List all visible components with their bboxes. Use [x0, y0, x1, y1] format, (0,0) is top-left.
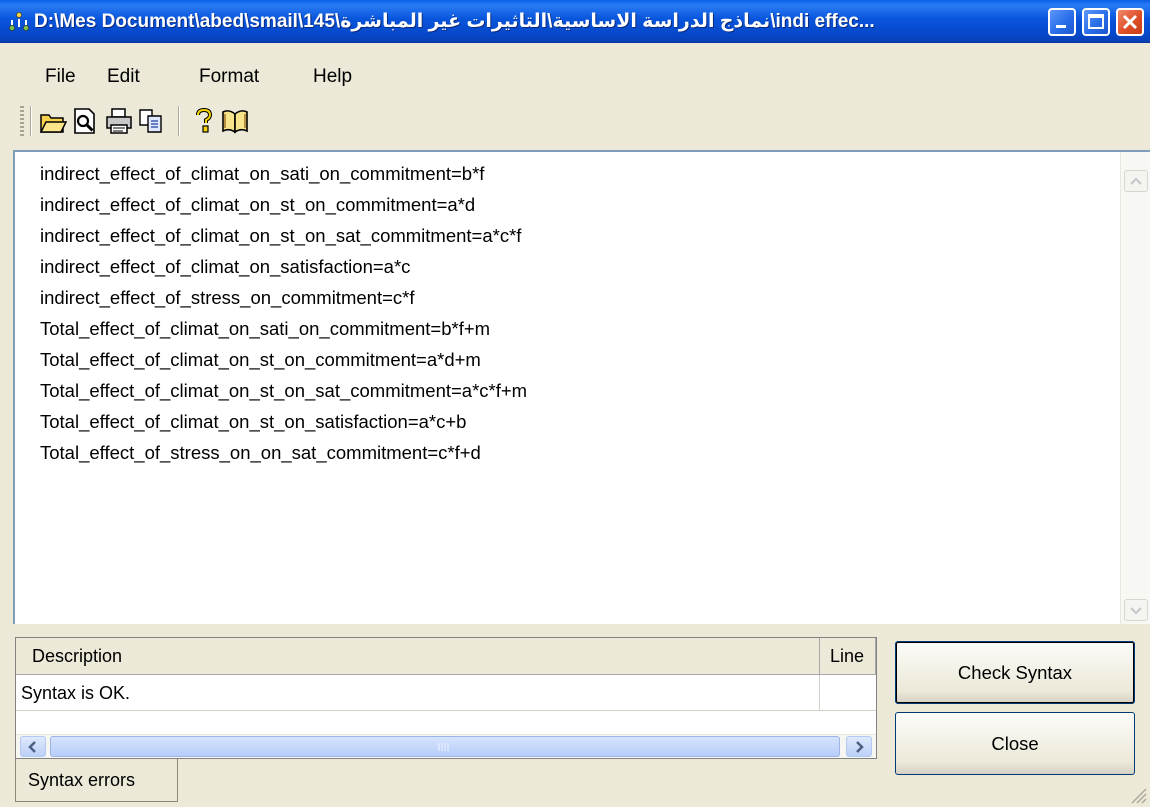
toolbar-grip[interactable]: [20, 106, 24, 136]
code-line[interactable]: indirect_effect_of_climat_on_st_on_commi…: [40, 193, 527, 224]
scrollbar-thumb[interactable]: [50, 736, 840, 757]
book-icon[interactable]: [220, 106, 250, 136]
scroll-left-button[interactable]: [20, 736, 46, 757]
script-editor[interactable]: indirect_effect_of_climat_on_sati_on_com…: [13, 150, 1150, 624]
resize-grip-icon[interactable]: [1128, 785, 1148, 805]
menu-edit[interactable]: Edit: [107, 62, 140, 92]
chevron-down-icon: [1130, 607, 1142, 615]
chevron-left-icon: [28, 741, 36, 753]
code-lines: indirect_effect_of_climat_on_sati_on_com…: [40, 162, 527, 472]
code-line[interactable]: Total_effect_of_stress_on_on_sat_commitm…: [40, 441, 527, 472]
window-title: D:\Mes Document\abed\smail\145\نماذج الد…: [34, 11, 875, 32]
scroll-right-button[interactable]: [846, 736, 872, 757]
error-description-cell: Syntax is OK.: [16, 675, 820, 711]
open-folder-icon[interactable]: [38, 106, 68, 136]
menu-help[interactable]: Help: [313, 62, 352, 92]
toolbar-separator: [178, 106, 180, 136]
minimize-button[interactable]: [1048, 8, 1076, 36]
code-line[interactable]: indirect_effect_of_climat_on_sati_on_com…: [40, 162, 527, 193]
print-preview-icon[interactable]: [70, 106, 100, 136]
toolbar: [0, 98, 300, 146]
code-line[interactable]: Total_effect_of_climat_on_st_on_commitme…: [40, 348, 527, 379]
menu-format[interactable]: Format: [199, 62, 259, 92]
maximize-button[interactable]: [1082, 8, 1110, 36]
code-line[interactable]: Total_effect_of_climat_on_st_on_sat_comm…: [40, 379, 527, 410]
script-editor-window: D:\Mes Document\abed\smail\145\نماذج الد…: [0, 0, 1150, 807]
help-icon[interactable]: [188, 106, 218, 136]
tab-syntax-errors[interactable]: Syntax errors: [15, 759, 178, 802]
close-window-button[interactable]: [1116, 8, 1144, 36]
grid-horizontal-scrollbar[interactable]: [16, 734, 876, 758]
code-line[interactable]: indirect_effect_of_climat_on_st_on_sat_c…: [40, 224, 527, 255]
grid-header: Description Line: [16, 638, 876, 675]
code-line[interactable]: Total_effect_of_climat_on_st_on_satisfac…: [40, 410, 527, 441]
chevron-right-icon: [856, 741, 864, 753]
print-icon[interactable]: [104, 106, 134, 136]
chevron-up-icon: [1130, 177, 1142, 185]
minimize-icon: [1056, 25, 1066, 28]
code-line[interactable]: indirect_effect_of_stress_on_commitment=…: [40, 286, 527, 317]
column-header-line[interactable]: Line: [820, 638, 876, 675]
code-line[interactable]: indirect_effect_of_climat_on_satisfactio…: [40, 255, 527, 286]
scroll-up-button[interactable]: [1124, 170, 1148, 192]
close-button[interactable]: Close: [895, 712, 1135, 775]
maximize-icon: [1088, 14, 1104, 29]
column-header-description[interactable]: Description: [16, 638, 820, 675]
error-line-cell: [820, 675, 876, 711]
table-row-empty: [16, 711, 876, 733]
toolbar-separator: [30, 106, 32, 136]
syntax-errors-grid: Description Line Syntax is OK.: [15, 637, 877, 759]
scroll-down-button[interactable]: [1124, 599, 1148, 621]
code-line[interactable]: Total_effect_of_climat_on_sati_on_commit…: [40, 317, 527, 348]
menu-file[interactable]: File: [45, 62, 76, 92]
close-icon: [1122, 14, 1138, 30]
copy-icon[interactable]: [136, 106, 166, 136]
editor-vertical-scrollbar[interactable]: [1120, 152, 1150, 624]
check-syntax-button[interactable]: Check Syntax: [895, 641, 1135, 704]
app-icon: [9, 12, 29, 31]
grip-lines-icon: [438, 743, 449, 751]
table-row[interactable]: Syntax is OK.: [16, 675, 876, 711]
title-bar[interactable]: D:\Mes Document\abed\smail\145\نماذج الد…: [0, 0, 1150, 43]
